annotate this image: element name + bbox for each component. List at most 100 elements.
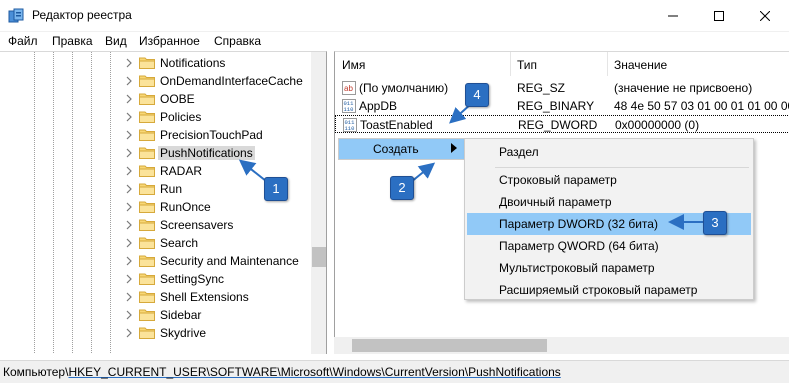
tree-item[interactable]: Policies	[124, 108, 312, 126]
value-name: ToastEnabled	[360, 118, 433, 132]
chevron-right-icon[interactable]	[124, 129, 134, 141]
tree-item[interactable]: Notifications	[124, 54, 312, 72]
values-horizontal-scrollbar[interactable]	[334, 337, 789, 354]
scrollbar-thumb[interactable]	[312, 247, 326, 267]
tree-item-label: Policies	[160, 110, 202, 124]
submenu-item-multistring[interactable]: Мультистроковый параметр	[467, 257, 751, 279]
chevron-right-icon[interactable]	[124, 201, 134, 213]
folder-icon	[139, 57, 155, 69]
close-icon	[760, 11, 770, 21]
tree-item-label: Run	[160, 182, 183, 196]
tree-item-label: Notifications	[160, 56, 226, 70]
chevron-right-icon[interactable]	[124, 147, 134, 159]
submenu-item-key[interactable]: Раздел	[467, 141, 751, 163]
tree-item-label: RADAR	[160, 164, 203, 178]
folder-icon	[139, 309, 155, 321]
context-menu: Создать	[338, 138, 466, 160]
folder-icon	[139, 291, 155, 303]
tree-item-label: OnDemandInterfaceCache	[160, 74, 303, 88]
binary-value-icon: 011110	[342, 99, 356, 113]
registry-tree[interactable]: Notifications OnDemandInterfaceCache OOBE P…	[0, 51, 327, 354]
menu-bar: Файл Правка Вид Избранное Справка	[0, 32, 789, 51]
status-path: HKEY_CURRENT_USER\SOFTWARE\Microsoft\Win…	[68, 365, 561, 379]
tree-item[interactable]: Skydrive	[124, 324, 312, 342]
folder-icon	[139, 93, 155, 105]
tree-item[interactable]: Search	[124, 234, 312, 252]
chevron-right-icon[interactable]	[124, 165, 134, 177]
value-row[interactable]: ab (По умолчанию) REG_SZ (значение не присв…	[335, 79, 789, 97]
tree-item[interactable]: Shell Extensions	[124, 288, 312, 306]
tree-item-label: RunOnce	[160, 200, 211, 214]
submenu-arrow-icon	[451, 143, 457, 153]
chevron-right-icon[interactable]	[124, 237, 134, 249]
chevron-right-icon[interactable]	[124, 291, 134, 303]
close-button[interactable]	[742, 0, 788, 32]
chevron-right-icon[interactable]	[124, 327, 134, 339]
tree-guide-line	[91, 52, 92, 354]
value-type: REG_BINARY	[517, 99, 595, 113]
value-data: 0x00000000 (0)	[615, 118, 700, 132]
scrollbar-thumb[interactable]	[352, 339, 547, 352]
column-separator[interactable]	[510, 52, 511, 76]
tree-item[interactable]: OnDemandInterfaceCache	[124, 72, 312, 90]
tree-item[interactable]: PrecisionTouchPad	[124, 126, 312, 144]
context-menu-item-create[interactable]: Создать	[339, 139, 465, 159]
menu-favorites[interactable]: Избранное	[139, 34, 200, 48]
minimize-button[interactable]	[650, 0, 696, 32]
binary-value-icon: 011110	[343, 118, 357, 132]
chevron-right-icon[interactable]	[124, 183, 134, 195]
folder-icon	[139, 75, 155, 87]
submenu-item-binary[interactable]: Двоичный параметр	[467, 191, 751, 213]
menu-file[interactable]: Файл	[8, 34, 38, 48]
status-bar: Компьютер\HKEY_CURRENT_USER\SOFTWARE\Mic…	[0, 360, 789, 383]
chevron-right-icon[interactable]	[124, 255, 134, 267]
submenu-item-expandable-string[interactable]: Расширяемый строковый параметр	[467, 279, 751, 301]
menu-help[interactable]: Справка	[214, 34, 261, 48]
chevron-right-icon[interactable]	[124, 273, 134, 285]
submenu-item-label: Раздел	[499, 145, 539, 159]
annotation-badge-4: 4	[465, 83, 489, 107]
folder-icon	[139, 327, 155, 339]
tree-item-label: Shell Extensions	[160, 290, 249, 304]
value-type: REG_DWORD	[518, 118, 598, 132]
tree-item[interactable]: PushNotifications	[124, 144, 312, 162]
annotation-badge-1: 1	[264, 177, 288, 201]
folder-icon	[139, 273, 155, 285]
chevron-right-icon[interactable]	[124, 57, 134, 69]
value-row[interactable]: 011 110 ToastEnabled REG_DWORD 0x00000000 (0…	[335, 115, 789, 133]
tree-item[interactable]: Security and Maintenance	[124, 252, 312, 270]
submenu-item-label: Расширяемый строковый параметр	[499, 283, 698, 297]
column-header-type[interactable]: Тип	[517, 52, 537, 76]
tree-vertical-scrollbar[interactable]	[311, 52, 326, 354]
folder-icon	[139, 165, 155, 177]
maximize-button[interactable]	[696, 0, 742, 32]
submenu-item-qword[interactable]: Параметр QWORD (64 бита)	[467, 235, 751, 257]
tree-item[interactable]: Screensavers	[124, 216, 312, 234]
tree-item[interactable]: SettingSync	[124, 270, 312, 288]
minimize-icon	[668, 15, 678, 17]
folder-icon	[139, 147, 155, 159]
column-header-value[interactable]: Значение	[614, 52, 667, 76]
status-computer-prefix: Компьютер\	[3, 365, 69, 379]
chevron-right-icon[interactable]	[124, 219, 134, 231]
chevron-right-icon[interactable]	[124, 309, 134, 321]
folder-icon	[139, 129, 155, 141]
chevron-right-icon[interactable]	[124, 75, 134, 87]
column-separator[interactable]	[607, 52, 608, 76]
menu-edit[interactable]: Правка	[52, 34, 93, 48]
chevron-right-icon[interactable]	[124, 111, 134, 123]
submenu-item-string[interactable]: Строковый параметр	[467, 169, 751, 191]
tree-item[interactable]: Sidebar	[124, 306, 312, 324]
tree-item-label: PrecisionTouchPad	[160, 128, 263, 142]
tree-item-label: PushNotifications	[158, 146, 255, 160]
submenu-item-label: Мультистроковый параметр	[499, 261, 655, 275]
column-header-name[interactable]: Имя	[342, 52, 365, 76]
chevron-right-icon[interactable]	[124, 93, 134, 105]
tree-item[interactable]: OOBE	[124, 90, 312, 108]
svg-text:110: 110	[345, 125, 355, 132]
regedit-icon	[8, 8, 24, 23]
value-row[interactable]: 011 110 AppDB REG_BINARY 48 4e 50 57 03 01 0…	[335, 97, 789, 115]
folder-icon	[139, 219, 155, 231]
value-data: (значение не присвоено)	[614, 81, 753, 95]
menu-view[interactable]: Вид	[105, 34, 127, 48]
